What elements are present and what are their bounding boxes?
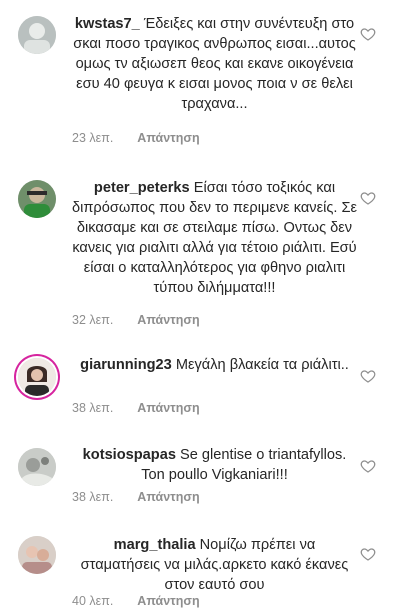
reply-button[interactable]: Απάντηση: [137, 313, 199, 327]
comment-text: Είσαι τόσο τοξικός και διπρόσωπος που δε…: [72, 180, 357, 296]
comment-text: Μεγάλη βλακεία τα ριάλιτι..: [175, 357, 349, 373]
comment-time: 23 λεπ.: [72, 131, 114, 145]
heart-icon[interactable]: [360, 546, 376, 562]
comment-username[interactable]: kotsiospapas: [83, 447, 176, 463]
heart-icon[interactable]: [360, 458, 376, 474]
comment-time: 40 λεπ.: [72, 594, 114, 608]
comment-meta: 38 λεπ. Απάντηση: [72, 490, 200, 504]
reply-button[interactable]: Απάντηση: [137, 490, 199, 504]
comment-body: kotsiospapas Se glentise o triantafyllos…: [72, 445, 357, 485]
comment-meta: 40 λεπ. Απάντηση: [72, 594, 200, 608]
heart-icon[interactable]: [360, 26, 376, 42]
avatar[interactable]: [18, 358, 56, 396]
avatar[interactable]: [18, 180, 56, 218]
comment-body: marg_thalia Νομίζω πρέπει να σταματήσεις…: [72, 535, 357, 595]
comment-username[interactable]: giarunning23: [80, 357, 172, 373]
avatar[interactable]: [18, 536, 56, 574]
reply-button[interactable]: Απάντηση: [137, 594, 199, 608]
avatar[interactable]: [18, 16, 56, 54]
comment-meta: 32 λεπ. Απάντηση: [72, 313, 200, 327]
heart-icon[interactable]: [360, 190, 376, 206]
comment-username[interactable]: kwstas7_: [75, 16, 140, 32]
comment-body: kwstas7_ Έδειξες και στην συνέντευξη στο…: [72, 14, 357, 114]
comment-time: 32 λεπ.: [72, 313, 114, 327]
comment-username[interactable]: peter_peterks: [94, 180, 190, 196]
heart-icon[interactable]: [360, 368, 376, 384]
comment-meta: 38 λεπ. Απάντηση: [72, 401, 200, 415]
comment-body: giarunning23 Μεγάλη βλακεία τα ριάλιτι..: [72, 355, 357, 375]
comment-time: 38 λεπ.: [72, 401, 114, 415]
comment-username[interactable]: marg_thalia: [114, 537, 196, 553]
reply-button[interactable]: Απάντηση: [137, 401, 199, 415]
reply-button[interactable]: Απάντηση: [137, 131, 199, 145]
comment-meta: 23 λεπ. Απάντηση: [72, 131, 200, 145]
comment-time: 38 λεπ.: [72, 490, 114, 504]
comment-body: peter_peterks Είσαι τόσο τοξικός και διπ…: [72, 178, 357, 298]
avatar[interactable]: [18, 448, 56, 486]
